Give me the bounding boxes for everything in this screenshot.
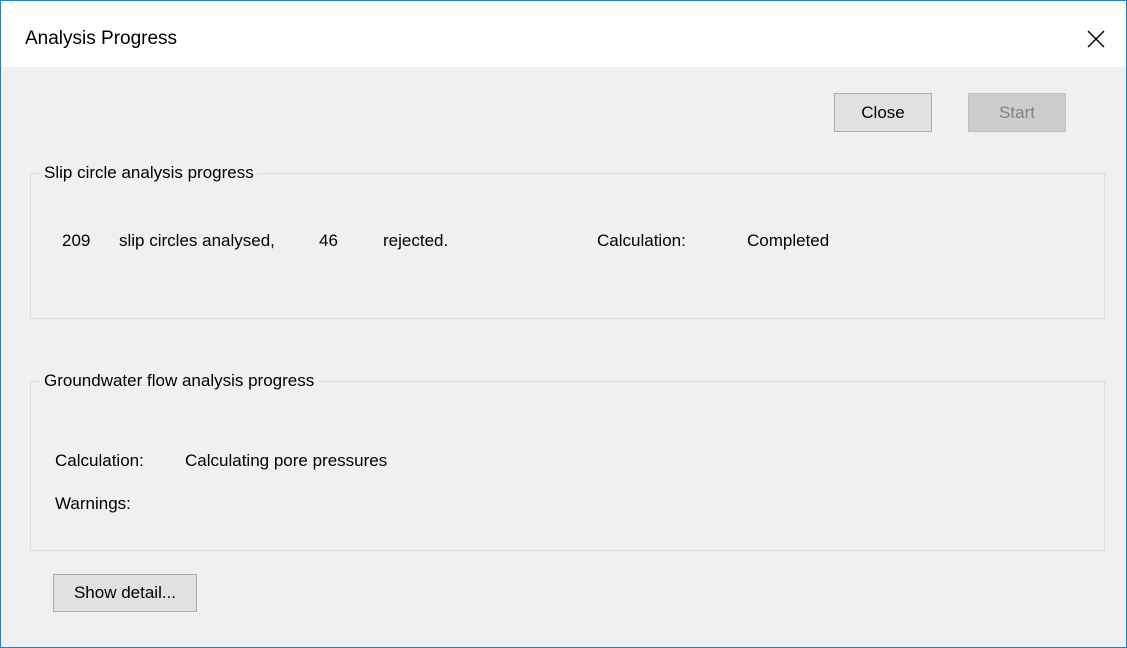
rejected-count: 46 xyxy=(319,231,338,250)
groundwater-group-label: Groundwater flow analysis progress xyxy=(40,371,319,391)
slip-circle-group-label: Slip circle analysis progress xyxy=(40,163,258,183)
rejected-text: rejected. xyxy=(383,231,449,250)
slip-calculation-label: Calculation: xyxy=(597,231,686,250)
groundwater-calculation-label: Calculation: xyxy=(55,451,144,470)
analysed-text: slip circles analysed, xyxy=(119,231,275,250)
close-icon xyxy=(1087,30,1105,48)
title-bar: Analysis Progress xyxy=(1,1,1126,67)
close-window-button[interactable] xyxy=(1073,19,1119,59)
window-title: Analysis Progress xyxy=(25,28,178,49)
show-detail-button[interactable]: Show detail... xyxy=(53,574,197,612)
groundwater-calculation-status: Calculating pore pressures xyxy=(185,451,388,470)
analysed-count: 209 xyxy=(62,231,91,250)
analysis-progress-dialog: Analysis Progress Close Start Slip circl… xyxy=(0,0,1127,648)
warnings-label: Warnings: xyxy=(55,494,131,513)
start-button[interactable]: Start xyxy=(968,93,1066,132)
close-button[interactable]: Close xyxy=(834,93,932,132)
slip-calculation-status: Completed xyxy=(747,231,830,250)
